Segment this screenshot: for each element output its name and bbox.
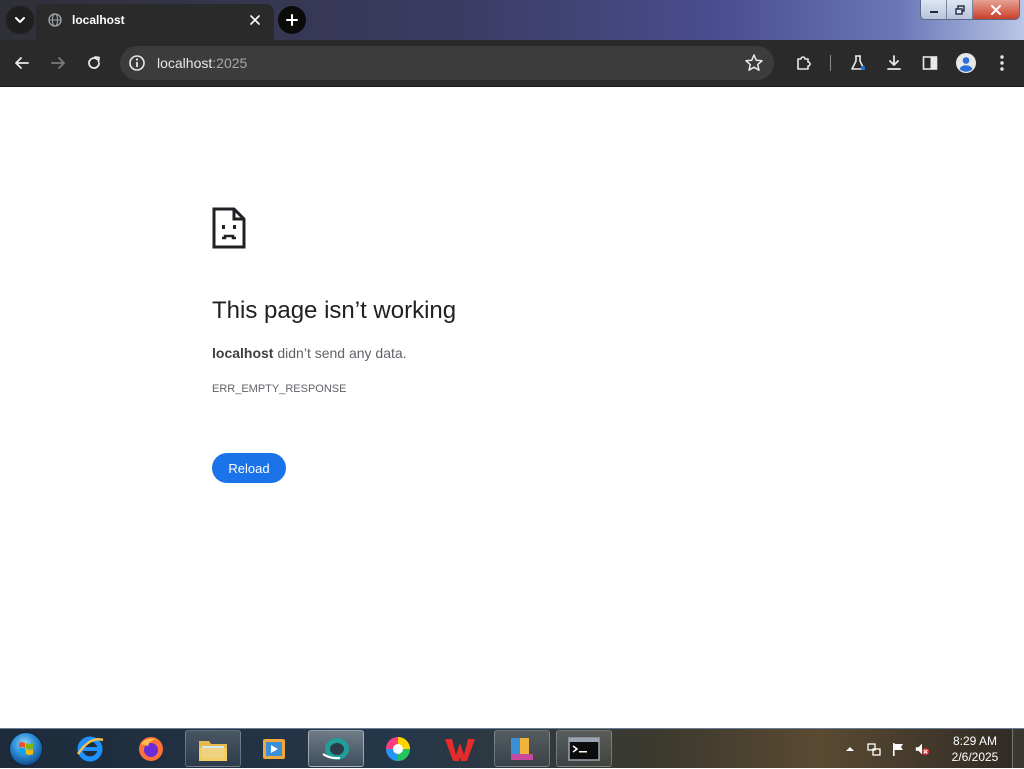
bookmark-star-icon[interactable]	[744, 53, 764, 73]
taskbar-command-prompt[interactable]	[556, 730, 612, 767]
profile-icon	[956, 53, 976, 73]
chevron-up-icon	[846, 747, 854, 751]
window-close-button[interactable]	[973, 0, 1019, 19]
back-icon	[15, 57, 29, 69]
download-icon	[887, 55, 901, 70]
show-hidden-icons-button[interactable]	[842, 741, 858, 757]
forward-icon	[51, 57, 65, 69]
side-panel-button[interactable]	[918, 51, 942, 75]
back-button[interactable]	[10, 51, 34, 75]
wps-office-icon	[445, 738, 475, 761]
chevron-down-icon	[15, 17, 25, 23]
reload-button[interactable]: Reload	[212, 453, 286, 483]
tab-search-button[interactable]	[6, 6, 34, 34]
windows-logo-icon	[9, 732, 43, 766]
close-icon	[991, 4, 1001, 15]
new-tab-button[interactable]	[278, 6, 306, 34]
taskbar-internet-explorer[interactable]	[62, 730, 118, 767]
volume-muted-icon	[915, 743, 930, 756]
menu-icon	[1000, 55, 1004, 71]
error-code: ERR_EMPTY_RESPONSE	[212, 383, 347, 395]
downloads-button[interactable]	[882, 51, 906, 75]
extensions-button[interactable]	[792, 51, 816, 75]
extensions-icon	[797, 56, 811, 70]
url-host: localhost	[157, 55, 213, 71]
url-text[interactable]: localhost:2025	[157, 55, 247, 71]
page-content: This page isn’t working localhost didn’t…	[0, 87, 1024, 728]
archive-icon	[511, 737, 533, 760]
error-description: localhost didn’t send any data.	[212, 345, 407, 361]
tray-action-center[interactable]	[890, 741, 906, 757]
flag-icon	[893, 743, 903, 756]
clock[interactable]: 8:29 AM 2/6/2025	[940, 733, 1010, 765]
close-icon	[250, 15, 260, 25]
toolbar-separator	[830, 55, 831, 71]
teal-app-icon	[322, 737, 349, 760]
error-host: localhost	[212, 345, 274, 361]
labs-button[interactable]	[846, 51, 870, 75]
forward-button[interactable]	[46, 51, 70, 75]
tab-close-button[interactable]	[246, 11, 264, 29]
labs-flask-icon	[851, 55, 865, 70]
taskbar: 8:29 AM 2/6/2025	[0, 728, 1024, 769]
media-player-icon	[263, 738, 285, 759]
clock-date: 2/6/2025	[951, 750, 999, 764]
internet-explorer-icon	[76, 736, 104, 761]
taskbar-active-app[interactable]	[308, 730, 364, 767]
browser-toolbar: localhost:2025	[0, 40, 1024, 87]
taskbar-media-player[interactable]	[246, 730, 302, 767]
clock-time: 8:29 AM	[952, 734, 998, 748]
taskbar-firefox[interactable]	[123, 730, 179, 767]
reload-icon	[88, 56, 100, 69]
error-description-text: didn’t send any data.	[273, 345, 407, 361]
taskbar-file-explorer[interactable]	[185, 730, 241, 767]
tray-network[interactable]	[866, 741, 882, 757]
address-bar[interactable]: localhost:2025	[120, 46, 774, 80]
side-panel-icon	[922, 56, 938, 70]
show-desktop-button[interactable]	[1012, 729, 1024, 769]
globe-icon	[48, 13, 62, 27]
firefox-icon	[139, 736, 163, 761]
plus-icon	[286, 14, 298, 26]
restore-button[interactable]	[947, 0, 973, 19]
menu-button[interactable]	[990, 51, 1014, 75]
profile-button[interactable]	[954, 51, 978, 75]
tray-volume[interactable]	[914, 741, 930, 757]
minimize-icon	[929, 10, 938, 13]
reload-toolbar-button[interactable]	[82, 51, 106, 75]
title-bar: localhost	[0, 0, 1024, 40]
url-port: :2025	[212, 55, 248, 71]
network-icon	[867, 743, 881, 756]
color-wheel-icon	[386, 736, 410, 761]
sad-page-icon	[212, 207, 246, 249]
window-controls	[920, 0, 1020, 20]
taskbar-archive-manager[interactable]	[494, 730, 550, 767]
minimize-button[interactable]	[921, 0, 947, 19]
command-prompt-icon	[568, 736, 600, 761]
site-info-icon[interactable]	[128, 54, 146, 72]
taskbar-wps-office[interactable]	[432, 730, 488, 767]
start-button[interactable]	[4, 731, 48, 767]
tab-title: localhost	[72, 13, 125, 27]
restore-icon	[954, 4, 965, 15]
taskbar-color-wheel-app[interactable]	[370, 730, 426, 767]
page-title: This page isn’t working	[212, 297, 457, 324]
folder-icon	[199, 740, 227, 761]
browser-tab[interactable]: localhost	[36, 4, 274, 40]
